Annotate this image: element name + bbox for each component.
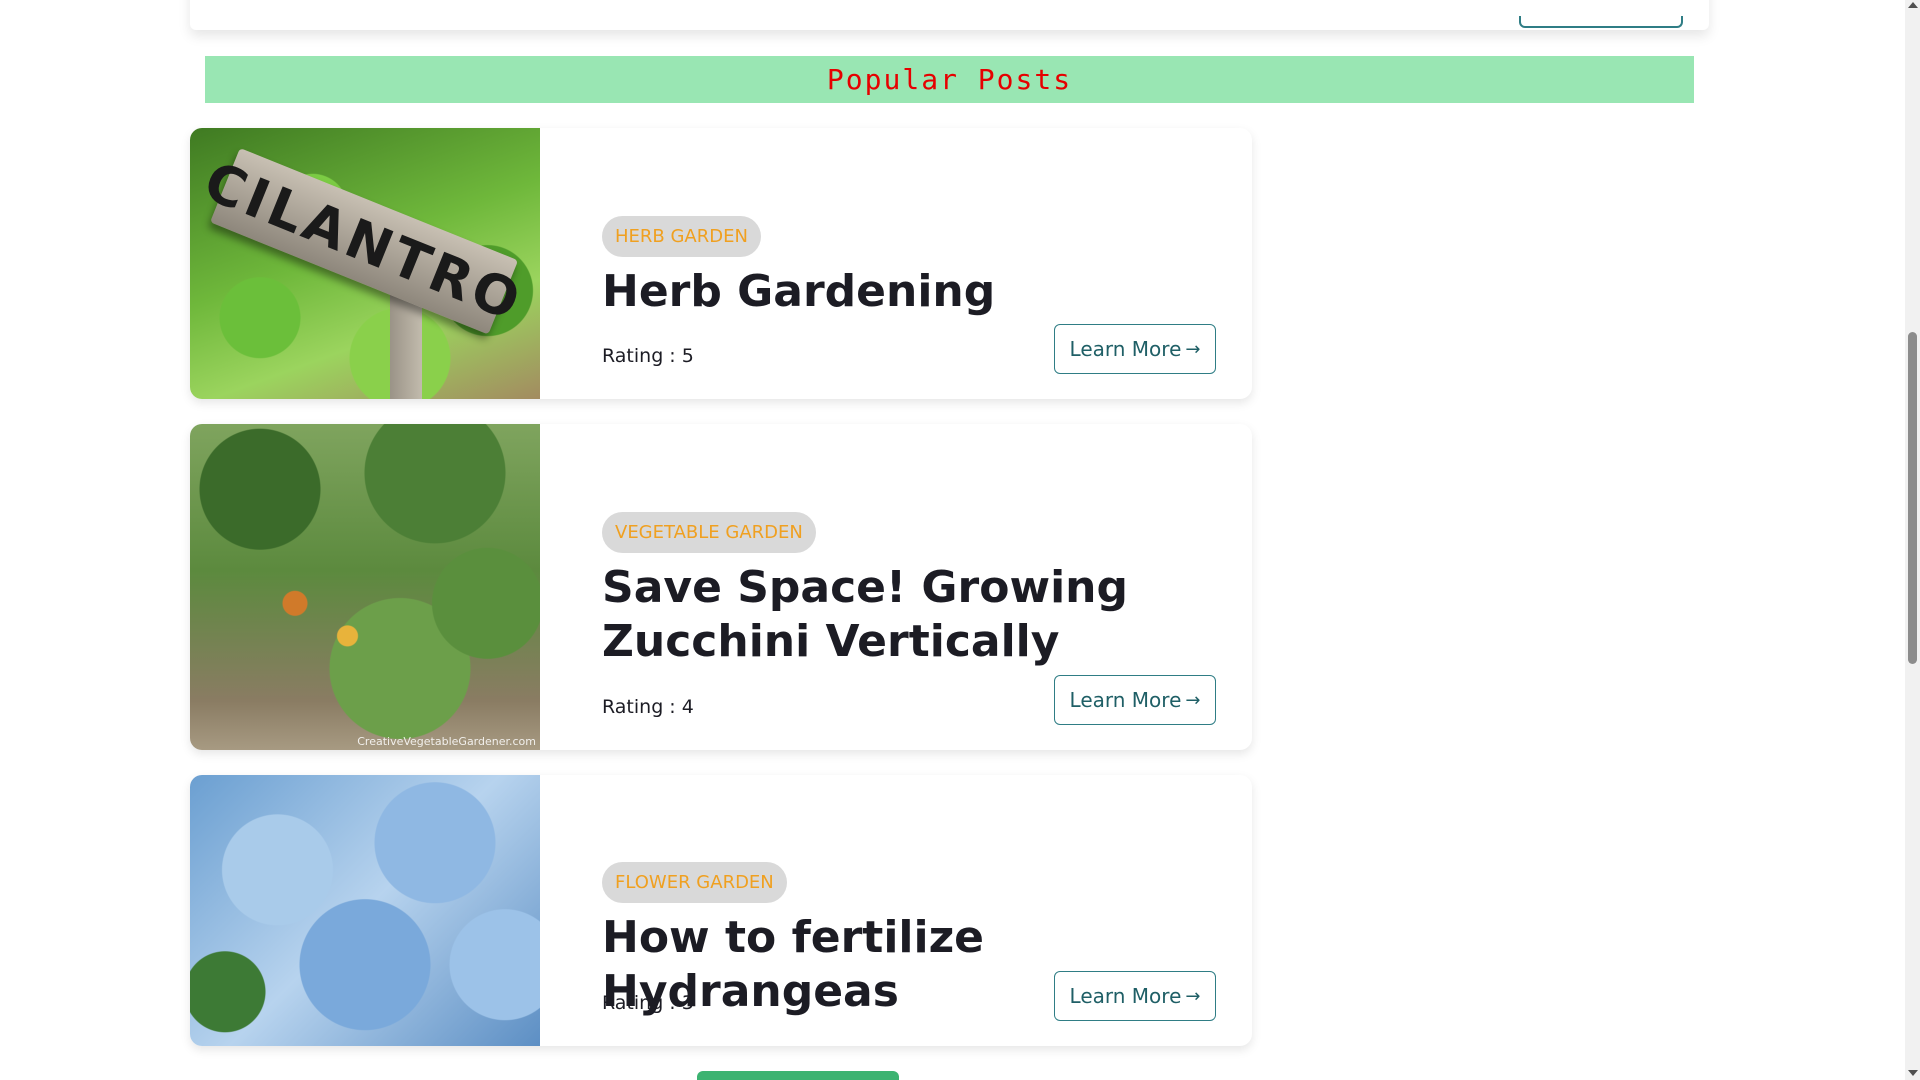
more-posts-button[interactable] bbox=[697, 1071, 899, 1080]
previous-card bbox=[190, 0, 1709, 30]
vertical-scrollbar[interactable] bbox=[1905, 0, 1920, 1080]
rating-value: 5 bbox=[681, 345, 694, 367]
popular-posts-title: Popular Posts bbox=[826, 63, 1073, 96]
post-card: CreativeVegetableGardener.com VEGETABLE … bbox=[190, 424, 1252, 750]
scroll-down-arrow-icon[interactable] bbox=[1908, 1070, 1918, 1076]
rating-value: 4 bbox=[681, 696, 694, 718]
arrow-right-icon: → bbox=[1185, 689, 1201, 711]
rating-label: Rating : bbox=[602, 345, 682, 367]
post-title[interactable]: Herb Gardening bbox=[602, 265, 995, 319]
post-image-hydrangeas bbox=[190, 775, 540, 1046]
post-body: VEGETABLE GARDEN Save Space! Growing Zuc… bbox=[540, 424, 1252, 750]
category-badge[interactable]: FLOWER GARDEN bbox=[602, 862, 787, 903]
previous-card-button[interactable] bbox=[1519, 16, 1683, 28]
post-title[interactable]: Save Space! Growing Zucchini Vertically bbox=[602, 561, 1202, 669]
rating-value: 3 bbox=[681, 992, 694, 1014]
learn-more-button[interactable]: Learn More → bbox=[1054, 971, 1216, 1021]
rating-label: Rating : bbox=[602, 696, 682, 718]
category-badge[interactable]: HERB GARDEN bbox=[602, 216, 761, 257]
arrow-right-icon: → bbox=[1185, 985, 1201, 1007]
cilantro-sign: CILANTRO bbox=[196, 148, 532, 335]
learn-more-button[interactable]: Learn More → bbox=[1054, 675, 1216, 725]
scroll-thumb[interactable] bbox=[1908, 332, 1917, 664]
post-body: FLOWER GARDEN How to fertilize Hydrangea… bbox=[540, 775, 1252, 1046]
learn-more-button[interactable]: Learn More → bbox=[1054, 324, 1216, 374]
post-image-vegetable-garden: CreativeVegetableGardener.com bbox=[190, 424, 540, 750]
post-image-cilantro: CILANTRO bbox=[190, 128, 540, 399]
scroll-up-arrow-icon[interactable] bbox=[1908, 2, 1918, 8]
arrow-right-icon: → bbox=[1185, 338, 1201, 360]
post-card: FLOWER GARDEN How to fertilize Hydrangea… bbox=[190, 775, 1252, 1046]
learn-more-label: Learn More bbox=[1069, 984, 1182, 1008]
learn-more-label: Learn More bbox=[1069, 337, 1182, 361]
post-body: HERB GARDEN Herb Gardening Rating : 5 Le… bbox=[540, 128, 1252, 399]
page: Popular Posts CILANTRO HERB GARDEN Herb … bbox=[0, 0, 1920, 1080]
category-badge[interactable]: VEGETABLE GARDEN bbox=[602, 512, 816, 553]
post-rating: Rating : 5 bbox=[602, 345, 694, 367]
cilantro-sign-text: CILANTRO bbox=[195, 148, 533, 334]
image-watermark: CreativeVegetableGardener.com bbox=[357, 735, 536, 748]
learn-more-label: Learn More bbox=[1069, 688, 1182, 712]
popular-posts-header: Popular Posts bbox=[205, 56, 1694, 103]
post-rating: Rating : 4 bbox=[602, 696, 694, 718]
rating-label: Rating : bbox=[602, 992, 682, 1014]
post-rating: Rating : 3 bbox=[602, 992, 694, 1014]
post-card: CILANTRO HERB GARDEN Herb Gardening Rati… bbox=[190, 128, 1252, 399]
